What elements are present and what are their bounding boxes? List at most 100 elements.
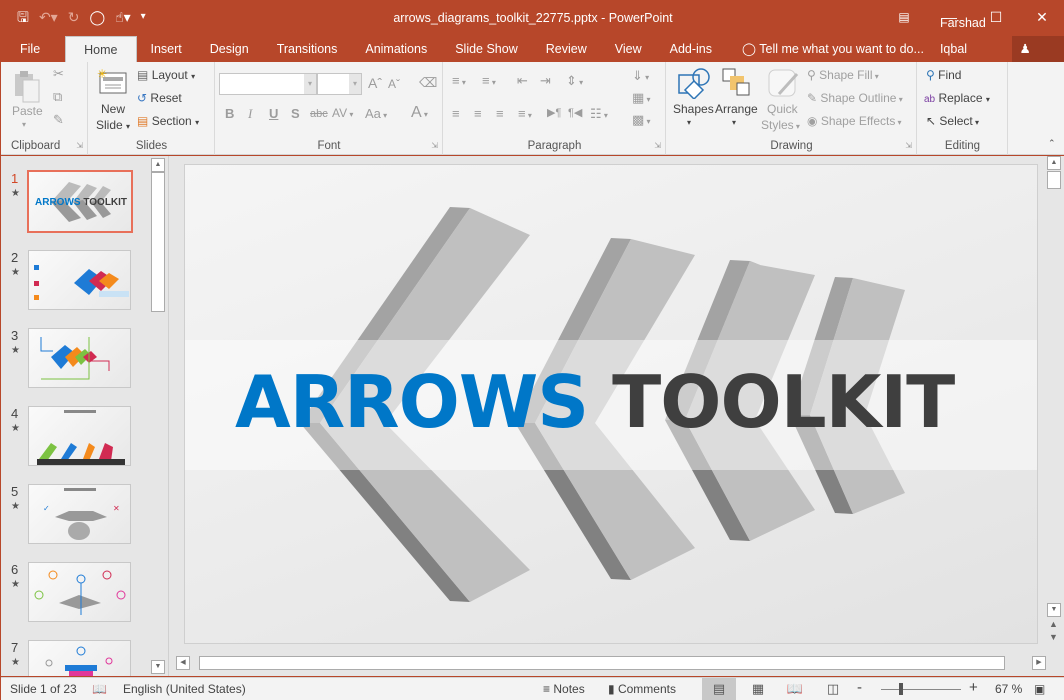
strikethrough-button[interactable]: abc bbox=[310, 108, 328, 120]
format-painter-icon[interactable]: ✎ bbox=[53, 112, 64, 128]
thumbnail-slide-6[interactable] bbox=[28, 562, 131, 622]
spell-check-icon[interactable]: 📖 bbox=[92, 682, 107, 696]
shapes-button[interactable] bbox=[677, 67, 711, 102]
convert-smartart-icon[interactable]: ▩ ▾ bbox=[632, 112, 651, 128]
shape-effects-button[interactable]: ◉ Shape Effects ▾ bbox=[807, 114, 902, 128]
zoom-out-button[interactable]: - bbox=[857, 679, 862, 696]
align-center-icon[interactable]: ≡ bbox=[474, 106, 482, 121]
thumbnail-item[interactable]: 7 ★ bbox=[1, 640, 151, 676]
chevron-down-icon[interactable]: ▾ bbox=[687, 118, 691, 127]
paste-button[interactable] bbox=[13, 70, 41, 104]
scroll-up-button[interactable]: ▲ bbox=[151, 158, 165, 172]
font-color-button[interactable]: A ▾ bbox=[411, 104, 428, 122]
tab-animations[interactable]: Animations bbox=[351, 36, 441, 62]
align-left-icon[interactable]: ≡ bbox=[452, 106, 460, 121]
slide-horizontal-scrollbar[interactable]: ◀ ▶ bbox=[176, 656, 1046, 670]
change-case-button[interactable]: Aa ▾ bbox=[365, 106, 387, 121]
character-spacing-button[interactable]: AV ▾ bbox=[332, 106, 353, 120]
thumbnail-slide-3[interactable] bbox=[28, 328, 131, 388]
clear-formatting-icon[interactable]: ⌫ bbox=[419, 75, 437, 91]
thumbnail-item[interactable]: 6 ★ bbox=[1, 562, 151, 624]
chevron-down-icon[interactable]: ▾ bbox=[304, 74, 316, 94]
replace-button[interactable]: ab Replace ▾ bbox=[924, 91, 990, 105]
bold-button[interactable]: B bbox=[225, 106, 234, 121]
thumbnail-item[interactable]: 5 ★ ✓ ✕ bbox=[1, 484, 151, 546]
fit-to-window-icon[interactable]: ▣ bbox=[1034, 682, 1045, 696]
bullets-icon[interactable]: ≡ ▾ bbox=[452, 73, 466, 88]
comments-button[interactable]: ▮ Comments bbox=[608, 682, 676, 696]
paste-dropdown-icon[interactable]: ▾ bbox=[22, 120, 26, 129]
ltr-icon[interactable]: ▶¶ bbox=[547, 106, 561, 119]
scroll-up-button[interactable]: ▲ bbox=[1047, 156, 1061, 170]
new-slide-button[interactable]: ✳ bbox=[97, 67, 127, 99]
thumbnail-item[interactable]: 4 ★ bbox=[1, 406, 151, 468]
normal-view-button[interactable]: ▤ bbox=[702, 678, 736, 700]
tab-review[interactable]: Review bbox=[532, 36, 601, 62]
chevron-down-icon[interactable]: ▾ bbox=[732, 118, 736, 127]
new-slide-label-2[interactable]: Slide ▾ bbox=[96, 118, 130, 132]
zoom-level[interactable]: 67 % bbox=[995, 682, 1022, 696]
tab-design[interactable]: Design bbox=[196, 36, 263, 62]
tab-insert[interactable]: Insert bbox=[137, 36, 196, 62]
find-button[interactable]: ⚲ Find bbox=[926, 68, 961, 82]
language-indicator[interactable]: English (United States) bbox=[123, 682, 246, 696]
thumbnail-item[interactable]: 3 ★ bbox=[1, 328, 151, 390]
copy-icon[interactable]: ⧉ bbox=[53, 89, 62, 105]
thumbnail-slide-4[interactable] bbox=[28, 406, 131, 466]
chevron-down-icon[interactable]: ▾ bbox=[349, 74, 361, 94]
close-icon[interactable]: ✕ bbox=[1019, 1, 1064, 33]
slide-show-button[interactable]: ◫ bbox=[816, 678, 850, 700]
decrease-font-size-icon[interactable]: Aˇ bbox=[388, 77, 400, 91]
tab-transitions[interactable]: Transitions bbox=[263, 36, 352, 62]
slide-vertical-scrollbar[interactable]: ▲ ▼ ▲ ▼ bbox=[1047, 156, 1062, 646]
scroll-thumb[interactable] bbox=[1047, 171, 1061, 189]
clipboard-launcher-icon[interactable]: ⇲ bbox=[76, 141, 83, 150]
numbering-icon[interactable]: ≡ ▾ bbox=[482, 73, 496, 88]
section-button[interactable]: ▤ Section ▾ bbox=[137, 114, 199, 128]
tab-slide-show[interactable]: Slide Show bbox=[441, 36, 532, 62]
text-direction-icon[interactable]: ⇓ ▾ bbox=[632, 68, 649, 84]
slide-title[interactable]: ARROWS TOOLKIT bbox=[235, 357, 955, 447]
thumbnail-slide-7[interactable] bbox=[28, 640, 131, 676]
user-name[interactable]: Farshad Iqbal bbox=[932, 10, 1008, 62]
zoom-slider-thumb[interactable] bbox=[899, 683, 903, 695]
scroll-left-button[interactable]: ◀ bbox=[176, 656, 190, 670]
italic-button[interactable]: I bbox=[248, 106, 252, 122]
shape-outline-button[interactable]: ✎ Shape Outline ▾ bbox=[807, 91, 903, 105]
font-size-input[interactable]: ▾ bbox=[317, 73, 362, 95]
justify-icon[interactable]: ≡ ▾ bbox=[518, 106, 532, 121]
reset-button[interactable]: ↺ Reset bbox=[137, 91, 182, 105]
zoom-in-button[interactable]: + bbox=[969, 679, 978, 696]
underline-button[interactable]: U bbox=[269, 106, 278, 121]
font-name-input[interactable]: ▾ bbox=[219, 73, 317, 95]
paragraph-launcher-icon[interactable]: ⇲ bbox=[654, 141, 661, 150]
slide-sorter-button[interactable]: ▦ bbox=[741, 678, 775, 700]
text-shadow-button[interactable]: S bbox=[291, 106, 300, 121]
next-slide-icon[interactable]: ▼ bbox=[1049, 632, 1058, 642]
align-right-icon[interactable]: ≡ bbox=[496, 106, 504, 121]
scroll-thumb[interactable] bbox=[199, 656, 1005, 670]
rtl-icon[interactable]: ¶◀ bbox=[568, 106, 582, 119]
align-text-icon[interactable]: ▦ ▾ bbox=[632, 90, 651, 106]
select-button[interactable]: ↖ Select ▾ bbox=[926, 114, 979, 128]
thumbnail-slide-5[interactable]: ✓ ✕ bbox=[28, 484, 131, 544]
ribbon-display-options-icon[interactable]: ▤ bbox=[881, 1, 927, 33]
tab-file[interactable]: File bbox=[1, 36, 52, 62]
increase-font-size-icon[interactable]: Aˆ bbox=[368, 75, 382, 91]
arrange-button[interactable] bbox=[722, 68, 752, 101]
layout-button[interactable]: ▤ Layout ▾ bbox=[137, 68, 195, 82]
scroll-down-button[interactable]: ▼ bbox=[151, 660, 165, 674]
notes-button[interactable]: ≡ Notes bbox=[543, 682, 585, 696]
slide-canvas[interactable]: ARROWS TOOLKIT bbox=[184, 164, 1038, 644]
decrease-indent-icon[interactable]: ⇤ bbox=[517, 73, 528, 89]
collapse-ribbon-icon[interactable]: ⌃ bbox=[1048, 138, 1056, 149]
thumbnail-slide-2[interactable] bbox=[28, 250, 131, 310]
share-button[interactable]: ♟ Share bbox=[1011, 36, 1064, 82]
drawing-launcher-icon[interactable]: ⇲ bbox=[905, 141, 912, 150]
thumbnail-item[interactable]: 1 ★ ARROWS TOOLKIT bbox=[1, 170, 151, 233]
increase-indent-icon[interactable]: ⇥ bbox=[540, 73, 551, 89]
scroll-right-button[interactable]: ▶ bbox=[1032, 656, 1046, 670]
tell-me-box[interactable]: ◯ Tell me what you want to do... bbox=[726, 36, 932, 62]
scroll-down-button[interactable]: ▼ bbox=[1047, 603, 1061, 617]
columns-icon[interactable]: ☷ ▾ bbox=[590, 106, 608, 122]
